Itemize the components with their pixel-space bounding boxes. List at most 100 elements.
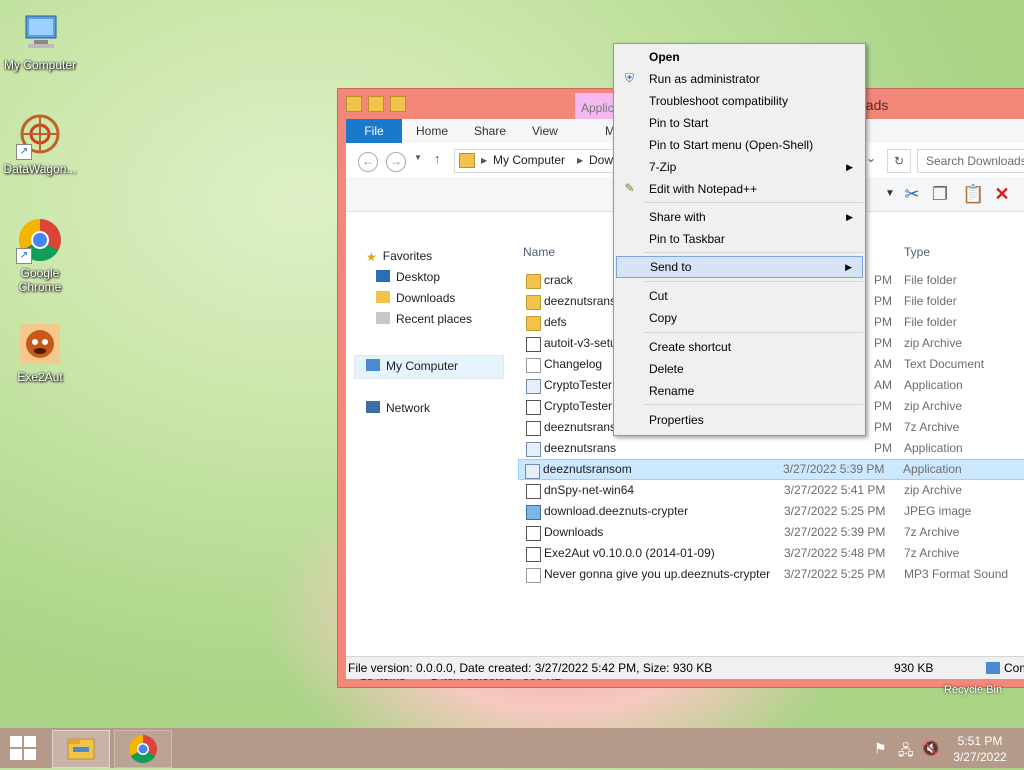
file-date: PM — [874, 315, 892, 329]
details-location: Com — [1004, 661, 1024, 675]
details-size: 930 KB — [894, 661, 934, 675]
menu-item-run-as-administrator[interactable]: ⛨ Run as administrator — [616, 68, 863, 90]
menu-item-7-zip[interactable]: 7-Zip ▶ — [616, 156, 863, 178]
audio-file-icon — [526, 568, 541, 583]
desktop-icon-google-chrome[interactable]: ↗ Google Chrome — [0, 216, 80, 294]
menu-item-cut[interactable]: Cut — [616, 285, 863, 307]
clock[interactable]: 5:51 PM 3/27/2022 — [940, 733, 1020, 765]
menu-item-pin-to-taskbar[interactable]: Pin to Taskbar — [616, 228, 863, 250]
file-date: 3/27/2022 5:39 PM — [783, 462, 885, 476]
text-file-icon — [526, 358, 541, 373]
menu-item-copy[interactable]: Copy — [616, 307, 863, 329]
exe2aut-icon — [16, 320, 64, 368]
search-input[interactable]: Search Downloads — [917, 149, 1024, 173]
taskbar: ⚑ 🖧 🔇 5:51 PM 3/27/2022 — [0, 728, 1024, 768]
shortcut-arrow-icon: ↗ — [16, 144, 32, 160]
nav-desktop-label: Desktop — [396, 270, 441, 284]
nav-my-computer[interactable]: My Computer — [366, 356, 458, 376]
nav-network[interactable]: Network — [366, 398, 430, 418]
nav-desktop[interactable]: Desktop — [376, 267, 440, 287]
new-folder-qat-icon[interactable] — [368, 96, 384, 112]
back-button[interactable]: ← — [358, 152, 378, 172]
nav-computer-label: My Computer — [386, 359, 459, 373]
start-button[interactable] — [10, 736, 36, 760]
file-type: zip Archive — [904, 399, 963, 413]
breadcrumb-root[interactable]: My Computer — [493, 153, 565, 167]
nav-recent-places[interactable]: Recent places — [376, 309, 472, 329]
recycle-bin-label[interactable]: Recycle Bin — [944, 684, 1002, 696]
cut-icon[interactable]: ✂ — [902, 183, 922, 205]
nav-downloads[interactable]: Downloads — [376, 288, 455, 308]
tab-view[interactable]: View — [532, 119, 558, 143]
zip-file-icon — [526, 421, 541, 436]
column-header-name[interactable]: Name — [523, 245, 555, 259]
taskbar-chrome[interactable] — [114, 730, 172, 768]
up-button[interactable]: ↑ — [434, 151, 441, 166]
desktop-icon-my-computer[interactable]: My Computer — [0, 8, 80, 72]
taskbar-file-explorer[interactable] — [52, 730, 110, 768]
shortcut-arrow-icon: ↗ — [16, 248, 32, 264]
file-row[interactable]: deeznutsransom 3/27/2022 5:39 PM Applicati… — [518, 459, 1024, 480]
folder-icon — [459, 153, 475, 168]
file-name: deeznutsransom — [543, 462, 632, 476]
action-center-icon[interactable]: ⚑ — [874, 740, 887, 757]
breadcrumb-separator-icon: ▶ — [481, 156, 488, 165]
file-row[interactable]: Exe2Aut v0.10.0.0 (2014-01-09) 3/27/2022 … — [520, 543, 1024, 564]
file-row[interactable]: Never gonna give you up.deeznuts-crypter… — [520, 564, 1024, 585]
menu-item-label: Rename — [649, 384, 695, 398]
file-type: 7z Archive — [904, 420, 960, 434]
tab-home[interactable]: Home — [416, 119, 448, 143]
desktop-icon-exe2aut[interactable]: Exe2Aut — [0, 320, 80, 384]
file-type: zip Archive — [904, 336, 963, 350]
delete-icon[interactable]: ✕ — [992, 183, 1012, 205]
context-menu: Open ⛨ Run as administrator Troubleshoot co… — [613, 43, 866, 436]
menu-item-label: Cut — [649, 289, 668, 303]
refresh-button[interactable]: ↻ — [887, 149, 911, 173]
file-name: CryptoTester — [544, 378, 613, 392]
quick-access-toolbar — [346, 96, 406, 112]
file-type: MP3 Format Sound — [904, 567, 1009, 581]
menu-item-send-to[interactable]: Send to ▶ — [616, 256, 863, 278]
properties-qat-icon[interactable] — [346, 96, 362, 112]
forward-button[interactable]: → — [386, 152, 406, 172]
menu-item-open[interactable]: Open — [616, 46, 863, 68]
address-dropdown-icon[interactable]: ⌄ — [866, 151, 876, 165]
nav-favorites[interactable]: ★ Favorites — [366, 246, 432, 266]
menu-item-troubleshoot-compatibility[interactable]: Troubleshoot compatibility — [616, 90, 863, 112]
menu-item-create-shortcut[interactable]: Create shortcut — [616, 336, 863, 358]
volume-muted-icon[interactable]: 🔇 — [922, 740, 939, 757]
file-name: deeznutsrans — [544, 441, 617, 455]
menu-item-properties[interactable]: Properties — [616, 409, 863, 431]
downloads-folder-icon — [376, 291, 390, 303]
desktop-icon-datawagon[interactable]: ↗ DataWagon... — [0, 112, 80, 176]
recent-locations-icon[interactable]: ▼ — [414, 153, 422, 162]
windows-logo-icon — [10, 749, 22, 760]
menu-item-pin-to-start-menu-open-shell[interactable]: Pin to Start menu (Open-Shell) — [616, 134, 863, 156]
copy-icon[interactable]: ❐ — [930, 183, 950, 205]
file-name: deeznutsrans — [544, 420, 617, 434]
tab-file[interactable]: File — [346, 119, 402, 143]
chrome-icon — [129, 735, 157, 763]
paste-icon[interactable]: 📋 — [962, 183, 984, 205]
nav-recent-label: Recent places — [396, 312, 473, 326]
column-header-type[interactable]: Type — [904, 245, 930, 259]
star-icon: ★ — [366, 250, 377, 264]
dropdown-icon[interactable]: ▼ — [880, 183, 900, 205]
file-row[interactable]: download.deeznuts-crypter 3/27/2022 5:25 … — [520, 501, 1024, 522]
file-type: Application — [904, 441, 963, 455]
file-row[interactable]: dnSpy-net-win64 3/27/2022 5:41 PM zip Arch… — [520, 480, 1024, 501]
tab-share[interactable]: Share — [474, 119, 506, 143]
menu-item-delete[interactable]: Delete — [616, 358, 863, 380]
menu-item-share-with[interactable]: Share with ▶ — [616, 206, 863, 228]
menu-item-edit-with-notepad[interactable]: ✎ Edit with Notepad++ — [616, 178, 863, 200]
network-tray-icon[interactable]: 🖧 — [898, 740, 914, 764]
breadcrumb-current[interactable]: Dow — [589, 153, 613, 167]
folder-qat-icon[interactable] — [390, 96, 406, 112]
menu-item-label: Pin to Start menu (Open-Shell) — [649, 138, 814, 152]
file-row[interactable]: deeznutsrans PM Application — [520, 438, 1024, 459]
menu-item-rename[interactable]: Rename — [616, 380, 863, 402]
file-row[interactable]: Downloads 3/27/2022 5:39 PM 7z Archive — [520, 522, 1024, 543]
menu-item-pin-to-start[interactable]: Pin to Start — [616, 112, 863, 134]
menu-separator — [644, 404, 863, 405]
menu-item-label: Open — [649, 50, 680, 64]
